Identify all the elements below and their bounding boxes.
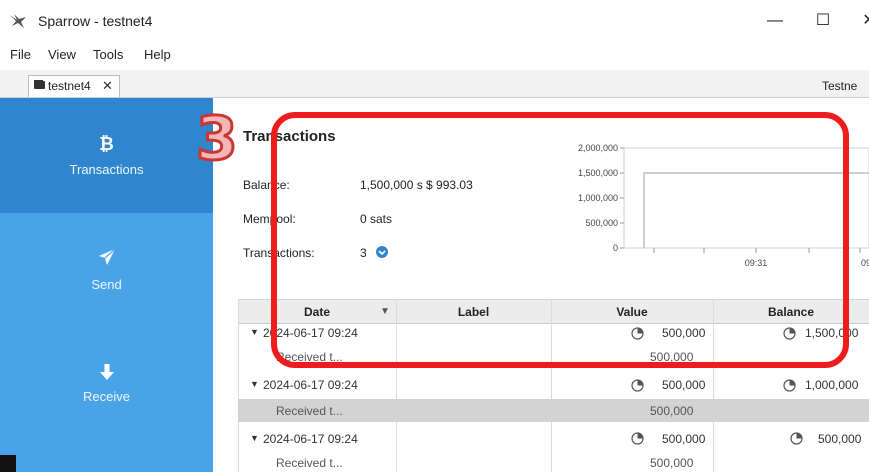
- pie-chart-icon: [631, 432, 644, 445]
- x-tick-label: 09:44: [861, 258, 869, 268]
- menu-help[interactable]: Help: [144, 47, 171, 62]
- menu-tools[interactable]: Tools: [93, 47, 123, 62]
- subrow-label: Received t...: [276, 456, 343, 470]
- arrow-down-icon: [100, 364, 114, 380]
- screen-edge: [0, 455, 16, 472]
- expand-toggle-icon[interactable]: ▼: [250, 327, 259, 337]
- close-button[interactable]: ✕: [852, 8, 869, 34]
- menu-bar: [0, 42, 869, 68]
- sparrow-app-icon: [10, 14, 26, 28]
- row-balance: 500,000: [818, 432, 862, 446]
- maximize-button[interactable]: ☐: [806, 8, 840, 34]
- pie-chart-icon: [790, 432, 803, 445]
- subrow-value: 500,000: [650, 456, 694, 470]
- highlight-box: [271, 112, 849, 368]
- tab-label: testnet4: [48, 79, 91, 93]
- pie-chart-icon: [783, 379, 796, 392]
- sidebar-item-label: Send: [91, 277, 122, 292]
- minimize-button[interactable]: —: [758, 8, 792, 34]
- pie-chart-icon: [631, 379, 644, 392]
- network-label: Testne: [822, 79, 858, 93]
- bitcoin-icon: ₿: [99, 134, 114, 154]
- sidebar-item-label: Transactions: [69, 162, 144, 177]
- row-date: 2024-06-17 09:24: [263, 378, 358, 392]
- subrow-value: 500,000: [650, 404, 694, 418]
- sidebar-item-receive[interactable]: [0, 328, 213, 443]
- subrow-label: Received t...: [276, 404, 343, 418]
- window-title: Sparrow - testnet4: [38, 13, 153, 29]
- row-date: 2024-06-17 09:24: [263, 432, 358, 446]
- wallet-icon: [34, 80, 45, 89]
- row-balance: 1,000,000: [805, 378, 859, 392]
- expand-toggle-icon[interactable]: ▼: [250, 433, 259, 443]
- sidebar-item-send[interactable]: [0, 213, 213, 328]
- tab-strip: [0, 70, 869, 98]
- menu-view[interactable]: View: [48, 47, 76, 62]
- menu-file[interactable]: File: [10, 47, 31, 62]
- row-value: 500,000: [662, 378, 706, 392]
- row-value: 500,000: [662, 432, 706, 446]
- expand-toggle-icon[interactable]: ▼: [250, 379, 259, 389]
- step-number: 3: [195, 103, 240, 176]
- sidebar-item-transactions[interactable]: [0, 98, 213, 213]
- paper-plane-icon: [99, 248, 116, 265]
- sidebar-item-label: Receive: [83, 389, 130, 404]
- tab-close-icon[interactable]: ✕: [102, 78, 113, 94]
